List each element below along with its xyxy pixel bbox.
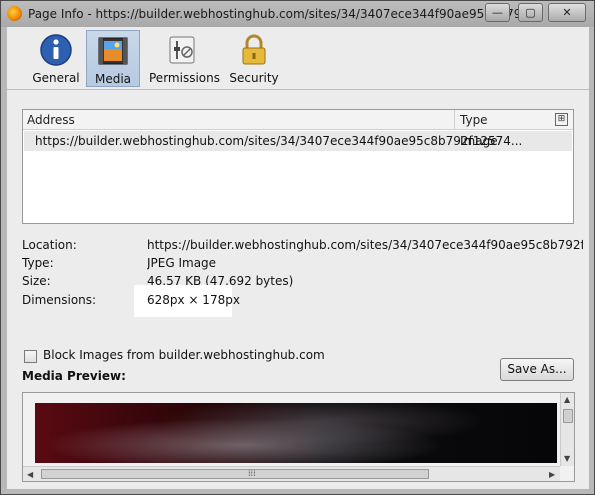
permissions-icon [169, 36, 195, 64]
column-picker-icon[interactable]: ⊞ [555, 113, 568, 126]
table-header: Address Type ⊞ [23, 110, 573, 130]
type-value: JPEG Image [147, 256, 217, 270]
media-preview-pane: ▲ ▼ ◀ ⁞⁞⁞ ▶ [22, 392, 575, 482]
tab-security[interactable]: Security [228, 30, 280, 87]
window-title: Page Info - https://builder.webhostinghu… [28, 7, 544, 21]
tab-permissions[interactable]: Permissions [149, 30, 220, 87]
scroll-up-icon[interactable]: ▲ [564, 395, 570, 404]
scroll-left-icon[interactable]: ◀ [27, 470, 33, 479]
tab-security-label: Security [229, 71, 279, 85]
vertical-scrollbar[interactable]: ▲ ▼ [560, 393, 574, 466]
scroll-right-icon[interactable]: ▶ [549, 470, 555, 479]
horizontal-scroll-thumb[interactable]: ⁞⁞⁞ [41, 469, 429, 479]
info-icon [40, 34, 72, 66]
horizontal-scrollbar[interactable]: ◀ ⁞⁞⁞ ▶ [23, 466, 560, 481]
maximize-button[interactable]: ▢ [518, 3, 543, 22]
firefox-icon [7, 6, 22, 21]
row-type: Image [460, 134, 498, 148]
table-row[interactable]: https://builder.webhostinghub.com/sites/… [24, 131, 572, 151]
scroll-down-icon[interactable]: ▼ [564, 454, 570, 463]
location-label: Location: [22, 238, 77, 252]
page-info-window: Page Info - https://builder.webhostinghu… [0, 0, 595, 495]
save-as-button[interactable]: Save As... [500, 358, 574, 381]
vertical-scroll-thumb[interactable] [563, 409, 573, 423]
toolbar-divider [7, 89, 589, 90]
media-icon [98, 37, 128, 65]
scroll-grip-icon: ⁞⁞⁞ [248, 469, 256, 478]
media-table[interactable]: Address Type ⊞ https://builder.webhostin… [22, 109, 574, 224]
close-button[interactable]: ✕ [548, 3, 586, 22]
tab-bar: General Media Permissions Security [7, 27, 589, 89]
preview-image [35, 403, 557, 463]
tab-general[interactable]: General [32, 30, 80, 87]
dimensions-label: Dimensions: [22, 293, 97, 307]
minimize-button[interactable]: — [485, 3, 510, 22]
title-bar[interactable]: Page Info - https://builder.webhostinghu… [1, 1, 594, 27]
media-preview-label: Media Preview: [22, 369, 126, 383]
tab-general-label: General [32, 71, 80, 85]
block-images-checkbox[interactable] [24, 350, 37, 363]
block-images-label[interactable]: Block Images from builder.webhostinghub.… [43, 348, 325, 362]
column-divider[interactable] [454, 110, 455, 130]
dimensions-value: 628px × 178px [147, 293, 240, 307]
tab-media[interactable]: Media [86, 30, 140, 87]
lock-icon [242, 34, 266, 65]
tab-permissions-label: Permissions [149, 71, 220, 85]
dialog-client: General Media Permissions Security Addre… [7, 27, 589, 489]
column-header-type[interactable]: Type [460, 113, 488, 127]
type-label: Type: [22, 256, 54, 270]
location-value: https://builder.webhostinghub.com/sites/… [147, 238, 583, 252]
size-label: Size: [22, 274, 51, 288]
tab-media-label: Media [94, 72, 132, 86]
column-header-address[interactable]: Address [27, 113, 75, 127]
row-address: https://builder.webhostinghub.com/sites/… [35, 134, 523, 148]
